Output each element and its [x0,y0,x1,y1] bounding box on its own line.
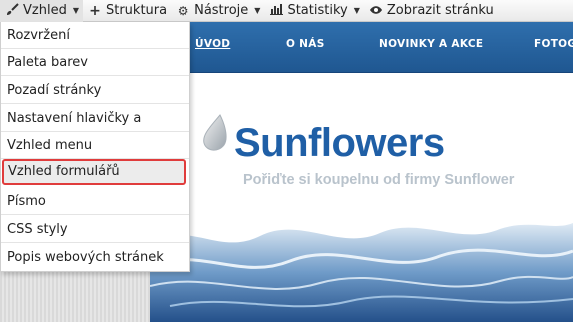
statistiky-menu-button[interactable]: Statistiky ▼ [264,0,363,22]
vzhled-menu-button[interactable]: Vzhled ▼ [0,0,83,22]
zobrazit-stranku-button[interactable]: Zobrazit stránku [364,0,498,22]
statistiky-label: Statistiky [287,3,348,18]
chevron-down-icon: ▼ [254,6,261,15]
vzhled-dropdown-menu: Rozvržení Paleta barev Pozadí stránky Na… [0,22,190,272]
site-tagline: Pořiďte si koupelnu od firmy Sunflower [243,172,515,188]
zobrazit-stranku-label: Zobrazit stránku [386,3,494,18]
nastroje-label: Nástroje [194,3,249,18]
site-logo: Sunflowers [234,121,445,165]
site-navigation: ÚVOD O NÁS NOVINKY A AKCE FOTOG [150,22,573,73]
menu-item-hlavicka-paticka[interactable]: Nastavení hlavičky a patičky [1,105,189,153]
editor-toolbar: Vzhled ▼ + Struktura ⚙ Nástroje ▼ Statis… [0,0,573,22]
menu-item-pismo[interactable]: Písmo [1,188,189,215]
water-splash-image [150,223,573,322]
gears-icon: ⚙ [177,3,189,18]
nav-item-foto[interactable]: FOTOG [534,38,573,50]
struktura-button[interactable]: + Struktura [83,0,171,22]
chevron-down-icon: ▼ [353,6,360,15]
nav-item-uvod[interactable]: ÚVOD [195,38,230,50]
menu-item-pozadi-stranky[interactable]: Pozadí stránky [1,77,189,104]
nastroje-menu-button[interactable]: ⚙ Nástroje ▼ [171,0,264,22]
bar-chart-icon [269,3,283,18]
menu-item-css-styly[interactable]: CSS styly [1,216,189,243]
menu-item-paleta-barev[interactable]: Paleta barev [1,49,189,76]
struktura-label: Struktura [105,3,168,18]
nav-item-o-nas[interactable]: O NÁS [286,38,325,50]
menu-item-vzhled-formularu[interactable]: Vzhled formulářů [2,159,186,185]
chevron-down-icon: ▼ [72,6,79,15]
eye-icon [369,4,383,18]
site-hero: Sunflowers Pořiďte si koupelnu od firmy … [150,73,573,322]
plus-icon: + [89,2,101,19]
menu-item-popis-stranek[interactable]: Popis webových stránek [1,244,189,271]
menu-item-rozvrzeni[interactable]: Rozvržení [1,22,189,49]
vzhled-label: Vzhled [23,3,67,18]
menu-item-vzhled-menu[interactable]: Vzhled menu [1,132,189,159]
water-drop-icon [203,114,227,151]
brush-icon [5,2,19,19]
nav-item-novinky[interactable]: NOVINKY A AKCE [379,38,483,50]
